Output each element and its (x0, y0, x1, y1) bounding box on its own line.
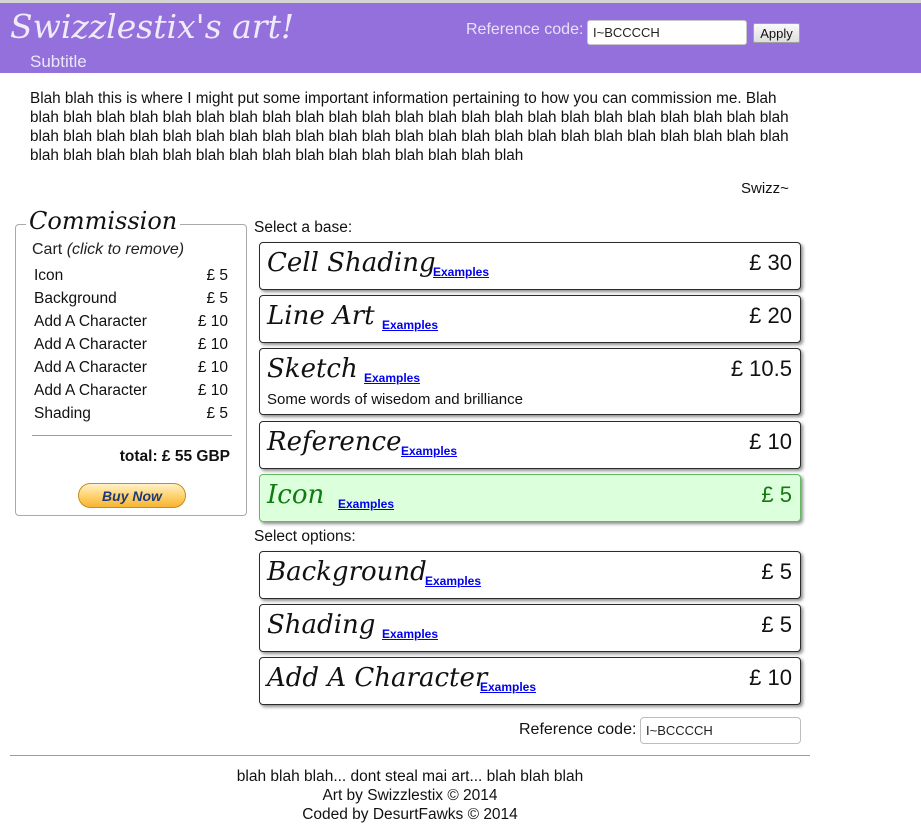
cart-item-add-a-character[interactable]: Add A Character £ 10 (34, 336, 228, 359)
cart-item-name: Add A Character (34, 336, 147, 353)
cart-item-price: £ 10 (197, 359, 228, 376)
base-description: Some words of wisedom and brilliance (267, 391, 523, 408)
site-header: Swizzlestix's art! Subtitle Reference co… (0, 3, 921, 73)
option-name: Add A Character (267, 663, 488, 693)
site-title: Swizzlestix's art! (10, 7, 295, 46)
base-name: Sketch (267, 354, 358, 384)
footer-line-3: Coded by DesurtFawks © 2014 (302, 806, 518, 823)
commission-panel: Commission Cart (click to remove) Icon £… (15, 206, 247, 516)
cart-label: Cart (32, 241, 63, 258)
cart-item-price: £ 10 (197, 336, 228, 353)
cart-list: Icon £ 5 Background £ 5 Add A Character … (34, 267, 228, 428)
cart-item-price: £ 5 (206, 290, 228, 307)
buy-now-button[interactable]: Buy Now (78, 483, 186, 508)
cart-item-icon[interactable]: Icon £ 5 (34, 267, 228, 290)
base-price: £ 10.5 (730, 356, 792, 381)
cart-divider (32, 435, 232, 436)
cart-hint: (click to remove) (66, 241, 185, 258)
cart-item-add-a-character[interactable]: Add A Character £ 10 (34, 359, 228, 382)
option-price: £ 10 (749, 665, 792, 690)
cart-total: total: £ 55 GBP (119, 448, 230, 465)
cart-item-background[interactable]: Background £ 5 (34, 290, 228, 313)
base-price: £ 30 (749, 250, 792, 275)
examples-link[interactable]: Examples (425, 574, 481, 588)
cart-item-name: Add A Character (34, 359, 147, 376)
base-price: £ 20 (749, 303, 792, 328)
intro-text: Blah blah this is where I might put some… (30, 90, 789, 164)
reference-code-label-bottom: Reference code: (519, 721, 637, 738)
examples-link[interactable]: Examples (433, 265, 489, 279)
base-name: Reference (267, 427, 402, 457)
option-card-shading[interactable]: Shading Examples £ 5 (259, 604, 801, 652)
cart-item-shading[interactable]: Shading £ 5 (34, 405, 228, 428)
option-name: Shading (267, 610, 376, 640)
cart-item-price: £ 10 (197, 313, 228, 330)
select-base-label: Select a base: (254, 219, 353, 236)
cart-item-name: Background (34, 290, 117, 307)
examples-link[interactable]: Examples (382, 627, 438, 641)
cart-heading: Cart (click to remove) (32, 241, 184, 259)
cart-item-add-a-character[interactable]: Add A Character £ 10 (34, 313, 228, 336)
apply-button[interactable]: Apply (753, 23, 800, 43)
base-price: £ 10 (749, 429, 792, 454)
base-name: Icon (267, 480, 325, 510)
cart-item-price: £ 10 (197, 382, 228, 399)
examples-link[interactable]: Examples (382, 318, 438, 332)
footer-line-2: Art by Swizzlestix © 2014 (322, 787, 498, 804)
site-subtitle: Subtitle (30, 52, 87, 71)
cart-item-name: Icon (34, 267, 64, 284)
cart-item-add-a-character[interactable]: Add A Character £ 10 (34, 382, 228, 405)
reference-code-field-bottom[interactable] (640, 717, 801, 744)
select-options-label: Select options: (254, 528, 356, 545)
commission-legend: Commission (26, 206, 181, 236)
option-name: Background (267, 557, 427, 587)
site-footer: blah blah blah... dont steal mai art... … (10, 767, 810, 824)
option-card-add-a-character[interactable]: Add A Character Examples £ 10 (259, 657, 801, 705)
footer-line-1: blah blah blah... dont steal mai art... … (236, 768, 584, 785)
signature: Swizz~ (741, 180, 789, 197)
option-card-background[interactable]: Background Examples £ 5 (259, 551, 801, 599)
cart-item-price: £ 5 (206, 405, 228, 422)
base-price: £ 5 (761, 482, 792, 507)
base-name: Line Art (267, 301, 375, 331)
cart-item-price: £ 5 (206, 267, 228, 284)
cart-item-name: Add A Character (34, 313, 147, 330)
footer-divider (10, 755, 810, 756)
reference-code-label: Reference code: (466, 21, 584, 38)
examples-link[interactable]: Examples (364, 371, 420, 385)
cart-item-name: Add A Character (34, 382, 147, 399)
examples-link[interactable]: Examples (480, 680, 536, 694)
base-name: Cell Shading (267, 248, 436, 278)
reference-code-input[interactable] (587, 20, 747, 45)
examples-link[interactable]: Examples (401, 444, 457, 458)
base-card-icon-selected[interactable]: Icon Examples £ 5 (259, 474, 801, 522)
base-card-cell-shading[interactable]: Cell Shading Examples £ 30 (259, 242, 801, 290)
base-card-reference[interactable]: Reference Examples £ 10 (259, 421, 801, 469)
base-card-sketch[interactable]: Sketch Examples £ 10.5 Some words of wis… (259, 348, 801, 415)
option-price: £ 5 (761, 559, 792, 584)
base-card-line-art[interactable]: Line Art Examples £ 20 (259, 295, 801, 343)
examples-link[interactable]: Examples (338, 497, 394, 511)
option-price: £ 5 (761, 612, 792, 637)
cart-item-name: Shading (34, 405, 91, 422)
